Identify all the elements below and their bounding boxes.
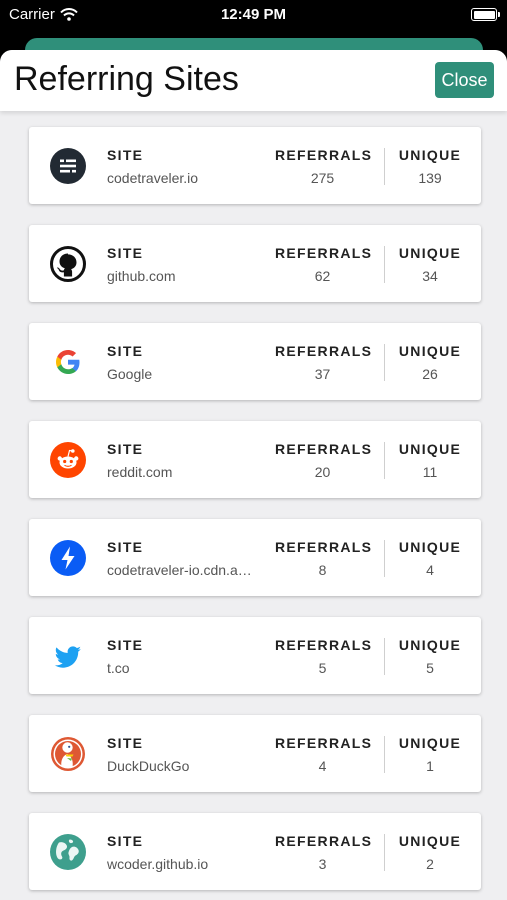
referrals-column-label: REFERRALS [275, 147, 373, 163]
referrals-count: 275 [310, 170, 335, 186]
site-name: DuckDuckGo [107, 758, 190, 774]
unique-count: 5 [426, 660, 434, 676]
unique-count: 139 [418, 170, 442, 186]
referrer-card[interactable]: SITE github.com REFERRALS 62 UNIQUE 34 [29, 225, 481, 302]
site-name: reddit.com [107, 464, 173, 480]
unique-column-label: UNIQUE [398, 637, 462, 653]
column-divider [384, 834, 385, 871]
unique-column-label: UNIQUE [398, 735, 462, 751]
unique-column-label: UNIQUE [398, 441, 462, 457]
github-icon [50, 246, 86, 282]
unique-count: 26 [422, 366, 438, 382]
referring-sites-list: SITE codetraveler.io REFERRALS 275 UNIQUE 139… [29, 127, 481, 900]
unique-count: 1 [426, 758, 434, 774]
column-divider [384, 736, 385, 773]
referrals-column-label: REFERRALS [275, 441, 373, 457]
unique-column-label: UNIQUE [398, 245, 462, 261]
referrer-card[interactable]: SITE wcoder.github.io REFERRALS 3 UNIQUE 2 [29, 813, 481, 890]
site-column-label: SITE [107, 539, 144, 555]
referrals-column-label: REFERRALS [275, 833, 373, 849]
twitter-icon [50, 638, 86, 674]
referring-sites-sheet: Referring Sites Close SITE codetraveler.i… [0, 50, 507, 900]
unique-count: 34 [422, 268, 438, 284]
close-button[interactable]: Close [435, 62, 494, 98]
google-icon [50, 344, 86, 380]
unique-count: 4 [426, 562, 434, 578]
column-divider [384, 148, 385, 185]
unique-column-label: UNIQUE [398, 343, 462, 359]
referrals-count: 8 [318, 562, 327, 578]
referrals-count: 20 [314, 464, 331, 480]
site-column-label: SITE [107, 637, 144, 653]
site-name: Google [107, 366, 153, 382]
column-divider [384, 344, 385, 381]
referrer-card[interactable]: SITE reddit.com REFERRALS 20 UNIQUE 11 [29, 421, 481, 498]
site-name: wcoder.github.io [107, 856, 209, 872]
referrer-card[interactable]: SITE codetraveler-io.cdn.ampproject.org RE… [29, 519, 481, 596]
referrals-count: 3 [318, 856, 327, 872]
globe-icon [50, 834, 86, 870]
status-bar: Carrier 12:49 PM [0, 0, 507, 30]
column-divider [384, 638, 385, 675]
referrals-column-label: REFERRALS [275, 637, 373, 653]
unique-column-label: UNIQUE [398, 539, 462, 555]
site-name: codetraveler-io.cdn.ampproject.org [107, 562, 257, 578]
column-divider [384, 540, 385, 577]
referrals-column-label: REFERRALS [275, 245, 373, 261]
referrals-count: 37 [314, 366, 331, 382]
referrals-count: 62 [314, 268, 331, 284]
referrer-card[interactable]: SITE t.co REFERRALS 5 UNIQUE 5 [29, 617, 481, 694]
column-divider [384, 246, 385, 283]
site-column-label: SITE [107, 245, 144, 261]
duckduckgo-icon [50, 736, 86, 772]
sheet-header: Referring Sites Close [0, 50, 507, 111]
referrals-count: 5 [318, 660, 327, 676]
amp-icon [50, 540, 86, 576]
site-name: github.com [107, 268, 176, 284]
site-column-label: SITE [107, 833, 144, 849]
site-column-label: SITE [107, 147, 144, 163]
referrals-count: 4 [318, 758, 327, 774]
codetraveler-logo-icon [50, 148, 86, 184]
referrals-column-label: REFERRALS [275, 343, 373, 359]
referrals-column-label: REFERRALS [275, 539, 373, 555]
reddit-icon [50, 442, 86, 478]
site-column-label: SITE [107, 441, 144, 457]
status-time: 12:49 PM [220, 6, 287, 23]
referrals-column-label: REFERRALS [275, 735, 373, 751]
battery-icon [471, 8, 500, 21]
site-name: codetraveler.io [107, 170, 199, 186]
site-column-label: SITE [107, 343, 144, 359]
referrer-card[interactable]: SITE codetraveler.io REFERRALS 275 UNIQUE 139 [29, 127, 481, 204]
column-divider [384, 442, 385, 479]
page-title: Referring Sites [14, 60, 239, 98]
unique-count: 11 [422, 464, 438, 480]
referrer-card[interactable]: SITE Google REFERRALS 37 UNIQUE 26 [29, 323, 481, 400]
site-column-label: SITE [107, 735, 144, 751]
site-name: t.co [107, 660, 130, 676]
unique-column-label: UNIQUE [398, 833, 462, 849]
referrer-card[interactable]: SITE DuckDuckGo REFERRALS 4 UNIQUE 1 [29, 715, 481, 792]
unique-column-label: UNIQUE [398, 147, 462, 163]
unique-count: 2 [426, 856, 434, 872]
